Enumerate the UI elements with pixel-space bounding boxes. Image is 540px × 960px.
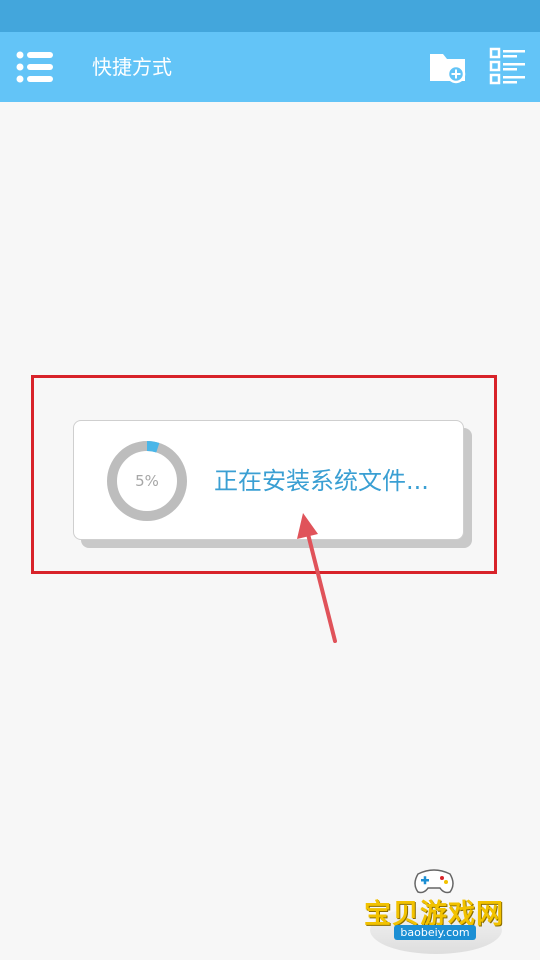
watermark: 宝贝游戏网 baobeiy.com xyxy=(360,866,510,956)
menu-button[interactable] xyxy=(16,50,54,84)
status-bar xyxy=(0,0,540,32)
progress-percent: 5% xyxy=(135,472,159,490)
install-status-message: 正在安装系统文件... xyxy=(214,467,429,495)
menu-icon xyxy=(16,51,53,83)
app-bar: 快捷方式 xyxy=(0,32,540,102)
progress-ring: 5% xyxy=(105,439,189,523)
gamepad-icon xyxy=(414,869,454,894)
list-view-icon xyxy=(489,47,525,85)
page-title: 快捷方式 xyxy=(92,55,172,79)
new-folder-icon xyxy=(430,54,466,84)
list-view-button[interactable] xyxy=(489,46,527,86)
install-progress-dialog: 5% 正在安装系统文件... xyxy=(73,420,464,540)
new-folder-button[interactable] xyxy=(429,48,467,84)
watermark-url: baobeiy.com xyxy=(394,925,476,940)
